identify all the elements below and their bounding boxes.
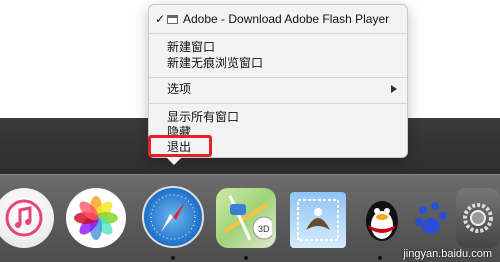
menu-item-label: 新建窗口 [167,40,216,54]
menu-item-label: Adobe - Download Adobe Flash Player [183,12,390,26]
menu-separator [149,77,407,78]
compass-icon [150,194,196,240]
menu-item-new-window[interactable]: 新建窗口 [149,39,407,55]
menu-pointer [166,157,182,165]
map-icon: 3D [222,195,272,241]
menu-item-new-private-window[interactable]: 新建无痕浏览窗口 [149,55,407,71]
menu-item-show-all-windows[interactable]: 显示所有窗口 [149,109,407,125]
quit-highlight-box [148,135,212,157]
baidu-paw-icon[interactable] [408,188,454,248]
safari-icon[interactable] [142,186,204,248]
menu-item-label: 新建无痕浏览窗口 [167,56,264,70]
menu-item-window-adobe[interactable]: ✓ Adobe - Download Adobe Flash Player [149,11,407,27]
maps-icon[interactable]: 3D [216,188,276,248]
gear-icon [463,203,493,233]
window-icon [167,15,178,24]
menu-item-label: 显示所有窗口 [167,110,240,124]
menu-separator [149,103,407,104]
menu-item-label: 选项 [167,82,192,96]
mail-icon[interactable] [290,192,346,248]
submenu-arrow-icon [391,85,397,93]
safari-running-indicator [171,256,175,260]
maps-running-indicator [244,256,248,260]
qq-running-indicator [378,256,382,260]
eagle-stamp-icon [297,199,339,241]
watermark-text: jingyan.baidu.com [403,248,492,260]
photos-icon[interactable] [66,188,126,248]
paw-icon [415,202,447,234]
music-note-icon [5,199,43,237]
penguin-icon [366,201,398,241]
menu-separator [149,33,407,34]
flower-icon [74,196,118,240]
svg-text:3D: 3D [258,224,270,234]
qq-icon[interactable] [352,188,412,248]
system-preferences-icon[interactable] [456,188,500,248]
menu-item-options[interactable]: 选项 [149,81,407,97]
check-icon: ✓ [155,12,166,26]
